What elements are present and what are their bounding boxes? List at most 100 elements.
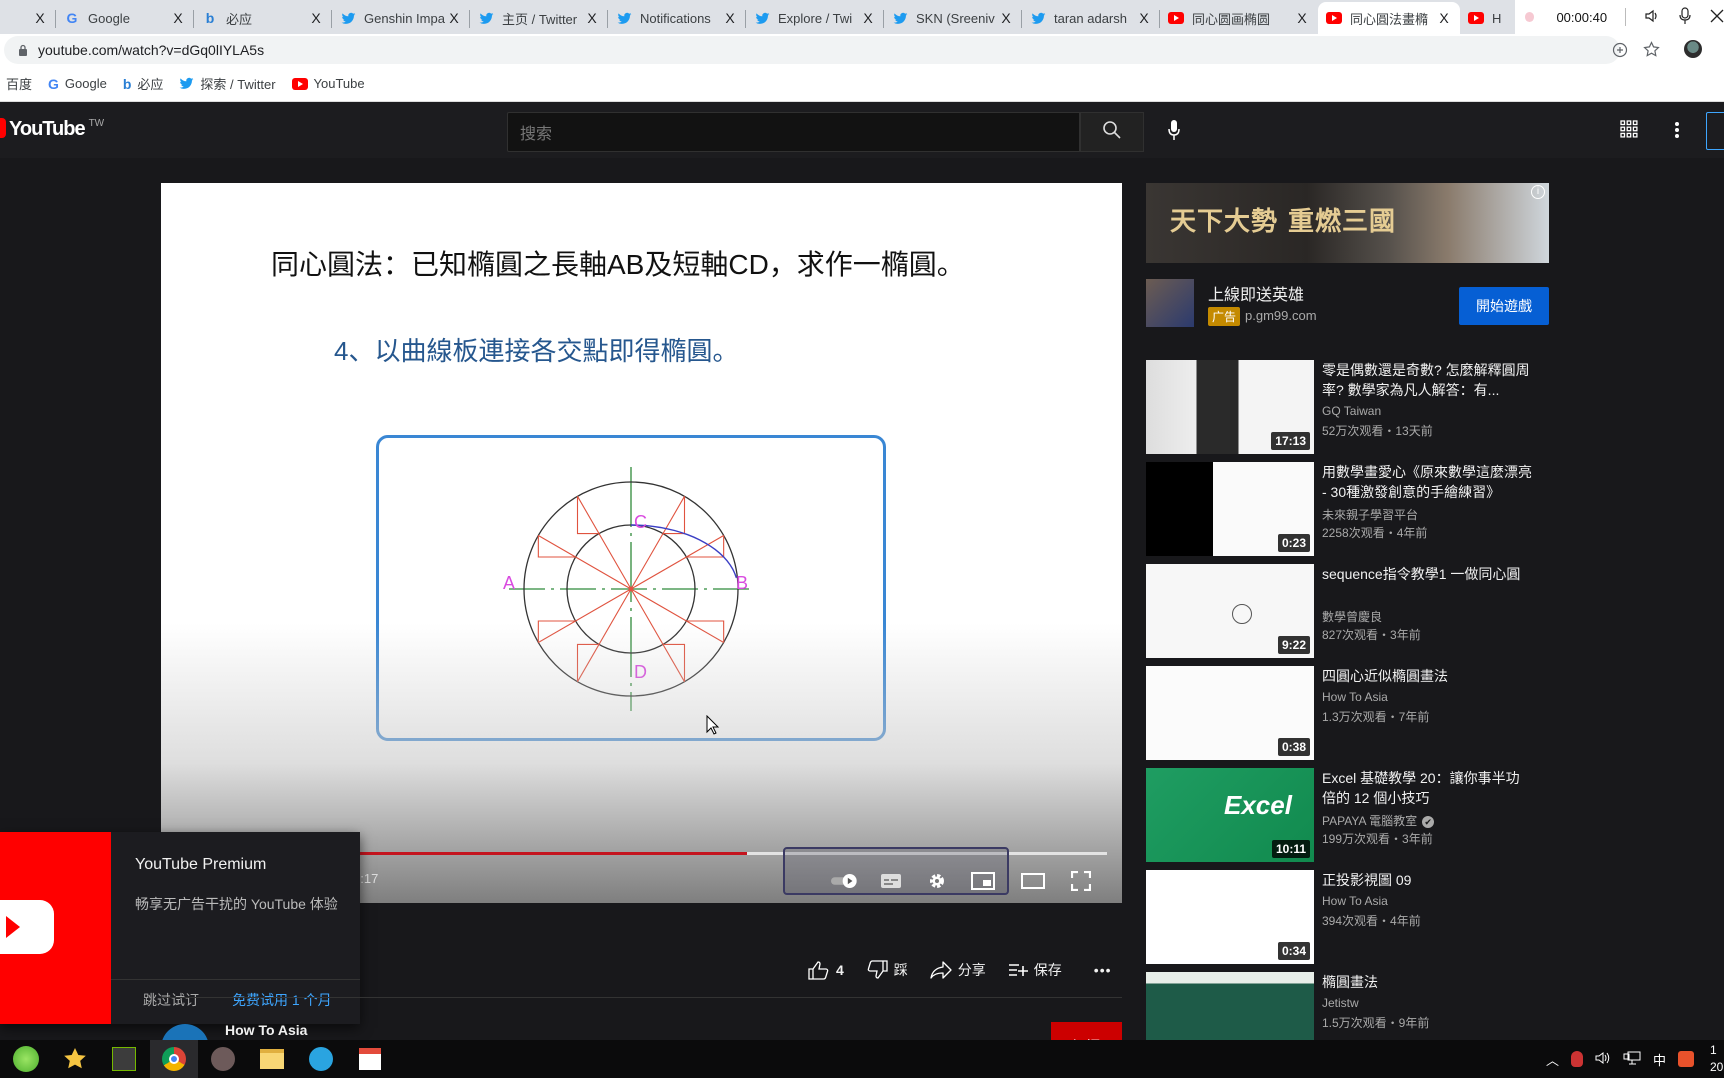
dislike-button[interactable]: 踩 xyxy=(866,960,908,980)
save-button[interactable]: 保存 xyxy=(1008,960,1062,980)
video-thumbnail[interactable]: 0:38 xyxy=(1146,666,1314,760)
free-trial-button[interactable]: 免费试用 1 个月 xyxy=(232,990,332,1010)
ime-indicator[interactable]: 中 xyxy=(1653,1050,1666,1069)
video-title[interactable]: 零是偶數還是奇數? 怎麼解釋圓周率? 數學家為凡人解答：有... xyxy=(1322,360,1532,400)
profile-avatar[interactable] xyxy=(1684,40,1702,58)
video-player[interactable]: 同心圓法：已知橢圓之長軸AB及短軸CD，求作一橢圓。 4、以曲線板連接各交點即得… xyxy=(161,183,1122,903)
ad-banner[interactable]: 天下大勢 重燃三國 i xyxy=(1146,183,1549,263)
url-text[interactable]: youtube.com/watch?v=dGq0lIYLA5s xyxy=(38,42,264,58)
browser-tab[interactable]: taran adarsh X xyxy=(1022,2,1160,34)
recommended-video[interactable]: 17:13 零是偶數還是奇數? 怎麼解釋圓周率? 數學家為凡人解答：有... GQ … xyxy=(1146,360,1566,454)
channel-name[interactable]: How To Asia xyxy=(1322,894,1388,908)
settings-gear-icon[interactable] xyxy=(923,869,951,893)
ad-play-game-button[interactable]: 開始遊戲 xyxy=(1459,287,1549,325)
bookmark-baidu[interactable]: 百度 xyxy=(6,74,32,93)
ad-title[interactable]: 上線即送英雄 xyxy=(1208,281,1304,305)
miniplayer-icon[interactable] xyxy=(969,869,997,893)
tab-close-icon[interactable]: X xyxy=(1136,10,1152,26)
edge-assist-icon[interactable] xyxy=(297,1040,345,1078)
chrome-icon[interactable] xyxy=(150,1040,198,1078)
channel-name[interactable]: 未來親子學習平台 xyxy=(1322,506,1418,523)
search-button[interactable] xyxy=(1080,112,1144,152)
search-input[interactable]: 搜索 xyxy=(507,112,1080,152)
more-actions-button[interactable]: ••• xyxy=(1094,962,1112,978)
channel-name[interactable]: 數學曾慶良 xyxy=(1322,608,1382,625)
tab-close-icon[interactable]: X xyxy=(722,10,738,26)
install-app-icon[interactable] xyxy=(1612,42,1628,63)
bookmark-youtube[interactable]: YouTube xyxy=(291,76,365,91)
show-hidden-icons-icon[interactable]: ︿ xyxy=(1546,1050,1559,1069)
tab-close-icon[interactable]: X xyxy=(998,10,1014,26)
nvidia-icon[interactable] xyxy=(100,1040,148,1078)
recommended-video[interactable]: 0:34 正投影視圖 09 How To Asia 394次观看・4年前 xyxy=(1146,870,1566,964)
recommended-video[interactable]: 0:23 用數學畫愛心《原來數學這麼漂亮 - 30種激發創意的手繪練習》未來親子學… xyxy=(1146,462,1566,556)
channel-name[interactable]: GQ Taiwan xyxy=(1322,404,1381,418)
browser-tab[interactable]: H xyxy=(1460,2,1515,34)
star-app-icon[interactable] xyxy=(51,1040,99,1078)
browser-tab[interactable]: Notifications X xyxy=(608,2,746,34)
browser-tab[interactable]: 同心圆画椭圆 X xyxy=(1160,2,1318,34)
tab-close-icon[interactable]: X xyxy=(446,10,462,26)
fullscreen-icon[interactable] xyxy=(1067,869,1095,893)
browser-tab[interactable]: G Google X xyxy=(56,2,194,34)
tab-close-icon[interactable]: X xyxy=(32,10,48,26)
browser-tab[interactable]: 主页 / Twitter X xyxy=(470,2,608,34)
media-icon[interactable] xyxy=(199,1040,247,1078)
settings-menu-icon[interactable] xyxy=(1670,120,1684,140)
recommended-video[interactable]: 9:22 sequence指令教學1 一做同心圓 數學曾慶良 827次观看・3年前 xyxy=(1146,564,1566,658)
video-thumbnail[interactable]: 17:13 xyxy=(1146,360,1314,454)
autoplay-toggle[interactable] xyxy=(831,869,859,893)
ad-info-icon[interactable]: i xyxy=(1531,185,1545,199)
video-thumbnail[interactable]: 9:22 xyxy=(1146,564,1314,658)
channel-name[interactable]: How To Asia xyxy=(1322,690,1388,704)
browser-tab[interactable]: SKN (Sreeniv X xyxy=(884,2,1022,34)
bookmark-google[interactable]: G Google xyxy=(48,76,107,92)
recommended-video[interactable]: 0:38 四圓心近似橢圓畫法 How To Asia 1.3万次观看・7年前 xyxy=(1146,666,1566,760)
channel-name[interactable]: Jetistw xyxy=(1322,996,1359,1010)
channel-name[interactable]: How To Asia xyxy=(225,1022,307,1038)
video-thumbnail[interactable]: 0:34 xyxy=(1146,870,1314,964)
volume-icon[interactable] xyxy=(1595,1051,1611,1068)
address-bar[interactable]: youtube.com/watch?v=dGq0lIYLA5s xyxy=(4,36,1620,64)
youtube-logo[interactable]: YouTube TW xyxy=(0,118,104,141)
speaker-icon[interactable] xyxy=(1644,8,1660,27)
microphone-icon[interactable] xyxy=(1678,6,1692,28)
browser-tab[interactable]: Explore / Twi X xyxy=(746,2,884,34)
video-title[interactable]: Excel 基礎教學 20：讓你事半功倍的 12 個小技巧 xyxy=(1322,768,1532,808)
bookmark-bing[interactable]: b 必应 xyxy=(123,74,164,93)
like-button[interactable]: 4 xyxy=(808,960,844,980)
close-recorder-icon[interactable] xyxy=(1710,9,1724,26)
tab-close-icon[interactable]: X xyxy=(308,10,324,26)
browser-tab[interactable]: b 必应 X xyxy=(194,2,332,34)
video-thumbnail[interactable]: Excel 10:11 xyxy=(1146,768,1314,862)
apps-grid-icon[interactable] xyxy=(1620,120,1640,140)
subtitles-button[interactable] xyxy=(877,869,905,893)
channel-name[interactable]: PAPAYA 電腦教室 ✔ xyxy=(1322,812,1435,829)
ad-app-icon[interactable] xyxy=(1146,279,1194,327)
share-button[interactable]: 分享 xyxy=(930,960,986,980)
video-title[interactable]: 四圓心近似橢圓畫法 xyxy=(1322,666,1532,686)
chrome-app-icon[interactable] xyxy=(346,1040,394,1078)
tab-close-icon[interactable]: X xyxy=(1436,10,1452,26)
skip-trial-button[interactable]: 跳过试订 xyxy=(143,990,199,1010)
video-title[interactable]: 正投影視圖 09 xyxy=(1322,870,1532,890)
theater-mode-icon[interactable] xyxy=(1019,869,1047,893)
tab-close-icon[interactable]: X xyxy=(584,10,600,26)
bookmark-star-icon[interactable] xyxy=(1643,41,1660,63)
browser-tab[interactable]: X xyxy=(0,2,56,34)
video-title[interactable]: sequence指令教學1 一做同心圓 xyxy=(1322,564,1532,584)
bookmark-twitter-explore[interactable]: 探索 / Twitter xyxy=(179,74,276,93)
browser-tab[interactable]: 同心圓法畫橢 X xyxy=(1318,2,1460,34)
tab-close-icon[interactable]: X xyxy=(170,10,186,26)
qq-icon[interactable] xyxy=(1571,1051,1584,1067)
clock[interactable]: 1202 xyxy=(1710,1042,1724,1076)
video-thumbnail[interactable]: 0:23 xyxy=(1146,462,1314,556)
voice-search-button[interactable] xyxy=(1158,116,1190,148)
sogou-icon[interactable] xyxy=(1678,1051,1695,1067)
360-browser-icon[interactable] xyxy=(2,1040,50,1078)
recommended-video[interactable]: Excel 10:11 Excel 基礎教學 20：讓你事半功倍的 12 個小技巧 P… xyxy=(1146,768,1566,862)
video-title[interactable]: 用數學畫愛心《原來數學這麼漂亮 - 30種激發創意的手繪練習》 xyxy=(1322,462,1532,502)
network-icon[interactable] xyxy=(1623,1051,1641,1068)
tab-close-icon[interactable]: X xyxy=(1294,10,1310,26)
tab-close-icon[interactable]: X xyxy=(860,10,876,26)
